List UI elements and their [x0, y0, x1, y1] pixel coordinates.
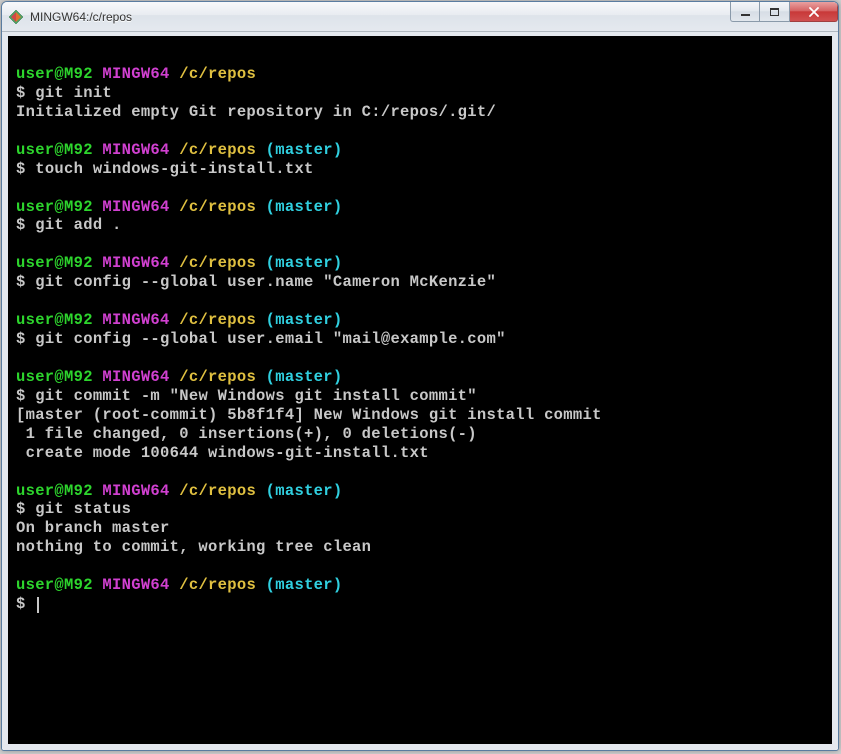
output-line: create mode 100644 windows-git-install.t… — [16, 444, 824, 463]
app-icon — [8, 9, 24, 25]
prompt-path: /c/repos — [179, 65, 256, 83]
prompt-env: MINGW64 — [102, 576, 169, 594]
command-line: $ git init — [16, 84, 824, 103]
prompt-symbol: $ — [16, 595, 26, 613]
prompt-line: user@M92 MINGW64 /c/repos (master) — [16, 311, 824, 330]
maximize-icon — [770, 8, 779, 16]
window-controls — [730, 2, 838, 22]
blank-line — [16, 46, 824, 65]
minimize-icon — [741, 14, 750, 16]
prompt-branch: (master) — [266, 368, 343, 386]
command-text: touch windows-git-install.txt — [35, 160, 313, 178]
prompt-user-host: user@M92 — [16, 198, 93, 216]
prompt-user-host: user@M92 — [16, 368, 93, 386]
blank-line — [16, 122, 824, 141]
prompt-line: user@M92 MINGW64 /c/repos (master) — [16, 254, 824, 273]
minimize-button[interactable] — [730, 2, 760, 22]
command-line: $ — [16, 595, 824, 614]
prompt-env: MINGW64 — [102, 482, 169, 500]
output-line: [master (root-commit) 5b8f1f4] New Windo… — [16, 406, 824, 425]
blank-line — [16, 235, 824, 254]
command-line: $ git commit -m "New Windows git install… — [16, 387, 824, 406]
command-text: git add . — [35, 216, 121, 234]
prompt-env: MINGW64 — [102, 368, 169, 386]
terminal-content[interactable]: user@M92 MINGW64 /c/repos$ git initIniti… — [2, 32, 838, 750]
blank-line — [16, 463, 824, 482]
command-line: $ git add . — [16, 216, 824, 235]
command-text: git commit -m "New Windows git install c… — [35, 387, 477, 405]
close-icon — [808, 7, 820, 17]
prompt-symbol: $ — [16, 330, 26, 348]
prompt-env: MINGW64 — [102, 198, 169, 216]
prompt-symbol: $ — [16, 216, 26, 234]
blank-line — [16, 292, 824, 311]
output-line: Initialized empty Git repository in C:/r… — [16, 103, 824, 122]
prompt-line: user@M92 MINGW64 /c/repos (master) — [16, 576, 824, 595]
command-line: $ git status — [16, 500, 824, 519]
blank-line — [16, 557, 824, 576]
command-text: git init — [35, 84, 112, 102]
prompt-env: MINGW64 — [102, 311, 169, 329]
output-line: nothing to commit, working tree clean — [16, 538, 824, 557]
prompt-symbol: $ — [16, 273, 26, 291]
prompt-symbol: $ — [16, 160, 26, 178]
prompt-user-host: user@M92 — [16, 254, 93, 272]
prompt-line: user@M92 MINGW64 /c/repos (master) — [16, 141, 824, 160]
prompt-path: /c/repos — [179, 482, 256, 500]
prompt-path: /c/repos — [179, 368, 256, 386]
prompt-branch: (master) — [266, 254, 343, 272]
prompt-user-host: user@M92 — [16, 576, 93, 594]
prompt-symbol: $ — [16, 84, 26, 102]
prompt-branch: (master) — [266, 482, 343, 500]
prompt-user-host: user@M92 — [16, 65, 93, 83]
prompt-branch: (master) — [266, 311, 343, 329]
window-title: MINGW64:/c/repos — [30, 10, 132, 24]
command-text: git config --global user.name "Cameron M… — [35, 273, 496, 291]
command-line: $ git config --global user.email "mail@e… — [16, 330, 824, 349]
maximize-button[interactable] — [760, 2, 790, 22]
command-line: $ git config --global user.name "Cameron… — [16, 273, 824, 292]
prompt-symbol: $ — [16, 387, 26, 405]
prompt-line: user@M92 MINGW64 /c/repos (master) — [16, 198, 824, 217]
terminal-window: MINGW64:/c/repos user@M92 MINGW64 /c/rep… — [1, 1, 839, 751]
prompt-user-host: user@M92 — [16, 311, 93, 329]
prompt-symbol: $ — [16, 500, 26, 518]
blank-line — [16, 349, 824, 368]
prompt-user-host: user@M92 — [16, 482, 93, 500]
command-text: git config --global user.email "mail@exa… — [35, 330, 505, 348]
prompt-path: /c/repos — [179, 254, 256, 272]
output-line: On branch master — [16, 519, 824, 538]
prompt-user-host: user@M92 — [16, 141, 93, 159]
prompt-path: /c/repos — [179, 141, 256, 159]
blank-line — [16, 179, 824, 198]
prompt-line: user@M92 MINGW64 /c/repos (master) — [16, 368, 824, 387]
prompt-env: MINGW64 — [102, 65, 169, 83]
output-line: 1 file changed, 0 insertions(+), 0 delet… — [16, 425, 824, 444]
command-text: git status — [35, 500, 131, 518]
prompt-line: user@M92 MINGW64 /c/repos (master) — [16, 482, 824, 501]
cursor — [37, 597, 39, 613]
prompt-path: /c/repos — [179, 576, 256, 594]
prompt-branch: (master) — [266, 198, 343, 216]
prompt-line: user@M92 MINGW64 /c/repos — [16, 65, 824, 84]
prompt-branch: (master) — [266, 141, 343, 159]
prompt-path: /c/repos — [179, 311, 256, 329]
command-line: $ touch windows-git-install.txt — [16, 160, 824, 179]
prompt-env: MINGW64 — [102, 141, 169, 159]
prompt-branch: (master) — [266, 576, 343, 594]
prompt-path: /c/repos — [179, 198, 256, 216]
titlebar[interactable]: MINGW64:/c/repos — [2, 2, 838, 32]
prompt-env: MINGW64 — [102, 254, 169, 272]
close-button[interactable] — [790, 2, 838, 22]
